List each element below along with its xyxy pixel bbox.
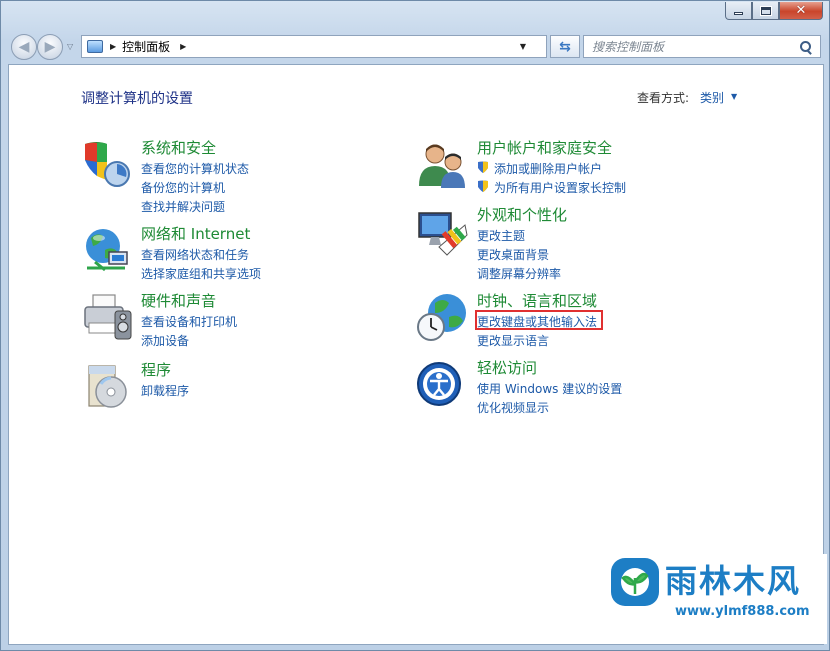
link-windows-recommended-settings[interactable]: 使用 Windows 建议的设置 [477, 380, 622, 397]
watermark-logo-icon [611, 558, 659, 606]
navigation-bar: ◀ ▶ ▽ ▶ 控制面板 ▶ ▼ ⇆ 搜索控制面板 [9, 33, 823, 60]
category-title[interactable]: 网络和 Internet [141, 223, 250, 244]
close-icon: ✕ [795, 3, 807, 18]
watermark-url: www.ylmf888.com [675, 604, 810, 619]
link-change-display-language[interactable]: 更改显示语言 [477, 332, 549, 349]
forward-button[interactable]: ▶ [37, 34, 63, 60]
category-title[interactable]: 轻松访问 [477, 357, 537, 378]
chevron-down-icon[interactable]: ▼ [731, 92, 737, 101]
link-backup-computer[interactable]: 备份您的计算机 [141, 179, 225, 196]
network-globe-icon[interactable] [81, 226, 133, 276]
link-add-remove-user[interactable]: 添加或删除用户帐户 [477, 160, 602, 177]
link-add-device[interactable]: 添加设备 [141, 332, 189, 349]
globe-clock-icon[interactable] [417, 293, 469, 343]
close-button[interactable]: ✕ [779, 2, 823, 20]
refresh-icon: ⇆ [559, 38, 571, 55]
printer-icon[interactable] [81, 293, 133, 343]
maximize-button[interactable] [752, 2, 779, 20]
users-icon[interactable] [417, 140, 469, 190]
link-change-theme[interactable]: 更改主题 [477, 227, 525, 244]
programs-disc-icon[interactable] [81, 362, 133, 412]
recent-pages-chevron-icon[interactable]: ▽ [67, 42, 73, 51]
breadcrumb-separator-icon[interactable]: ▶ [110, 42, 116, 51]
refresh-button[interactable]: ⇆ [550, 35, 580, 58]
minimize-button[interactable] [725, 2, 752, 20]
view-by-label: 查看方式: [637, 91, 690, 105]
link-troubleshoot[interactable]: 查找并解决问题 [141, 198, 225, 215]
monitor-palette-icon[interactable] [417, 207, 469, 257]
breadcrumb-separator-icon[interactable]: ▶ [180, 42, 186, 51]
breadcrumb-control-panel[interactable]: 控制面板 [122, 38, 170, 55]
category-title[interactable]: 程序 [141, 359, 171, 380]
back-button[interactable]: ◀ [11, 34, 37, 60]
link-uninstall-program[interactable]: 卸载程序 [141, 382, 189, 399]
page-title: 调整计算机的设置 [81, 91, 193, 107]
search-input[interactable]: 搜索控制面板 [592, 38, 800, 55]
back-arrow-icon: ◀ [18, 39, 30, 55]
address-dropdown-icon[interactable]: ▼ [520, 42, 526, 51]
maximize-icon [759, 5, 772, 16]
link-optimize-video-display[interactable]: 优化视频显示 [477, 399, 549, 416]
uac-shield-icon [478, 161, 488, 173]
category-title[interactable]: 硬件和声音 [141, 290, 216, 311]
watermark-title: 雨林木风 [665, 562, 802, 600]
link-label: 为所有用户设置家长控制 [494, 181, 627, 195]
link-homegroup-sharing[interactable]: 选择家庭组和共享选项 [141, 265, 261, 282]
category-title[interactable]: 系统和安全 [141, 137, 216, 158]
link-parental-controls[interactable]: 为所有用户设置家长控制 [477, 179, 626, 196]
view-by-dropdown[interactable]: 类别 [700, 89, 724, 106]
link-view-computer-status[interactable]: 查看您的计算机状态 [141, 160, 249, 177]
search-box[interactable]: 搜索控制面板 [583, 35, 821, 58]
window-frame: ✕ ◀ ▶ ▽ ▶ 控制面板 ▶ ▼ ⇆ 搜索控制面板 调整计算机的设置 查看方… [0, 0, 830, 651]
search-icon[interactable] [800, 40, 812, 53]
link-desktop-background[interactable]: 更改桌面背景 [477, 246, 549, 263]
uac-shield-icon [478, 180, 488, 192]
shield-flag-icon[interactable] [81, 140, 133, 190]
link-network-status[interactable]: 查看网络状态和任务 [141, 246, 249, 263]
minimize-icon [734, 12, 743, 15]
watermark: 雨林木风 www.ylmf888.com [605, 554, 827, 644]
link-screen-resolution[interactable]: 调整屏幕分辨率 [477, 265, 561, 282]
caption-buttons: ✕ [725, 2, 823, 20]
link-devices-printers[interactable]: 查看设备和打印机 [141, 313, 237, 330]
forward-arrow-icon: ▶ [44, 39, 56, 55]
highlight-box [475, 310, 603, 330]
ease-of-access-icon[interactable] [417, 360, 469, 410]
category-title[interactable]: 用户帐户和家庭安全 [477, 137, 612, 158]
link-label: 添加或删除用户帐户 [494, 162, 603, 176]
category-title[interactable]: 时钟、语言和区域 [477, 290, 597, 311]
control-panel-icon [87, 40, 103, 53]
category-title[interactable]: 外观和个性化 [477, 204, 567, 225]
address-bar[interactable]: ▶ 控制面板 ▶ ▼ [81, 35, 547, 58]
